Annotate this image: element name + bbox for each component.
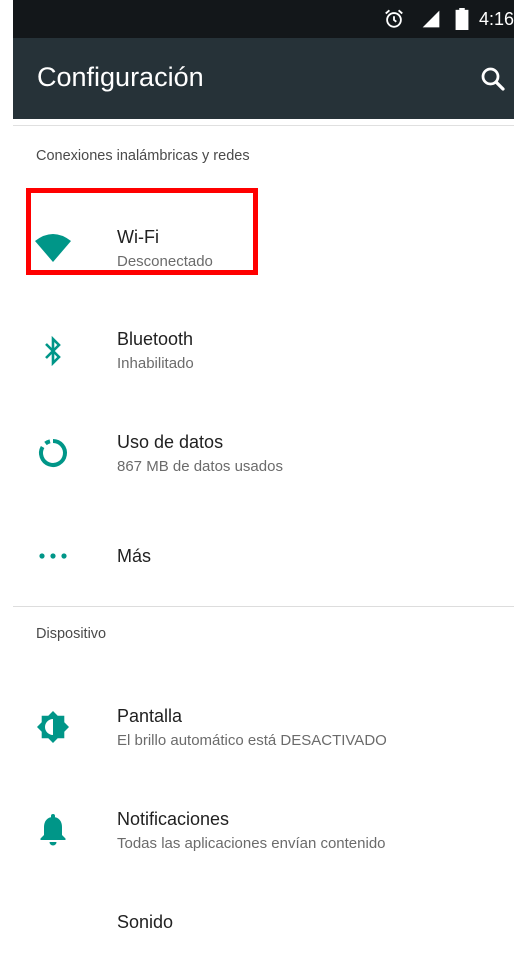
setting-item-more[interactable]: Más bbox=[13, 522, 514, 592]
setting-summary: Inhabilitado bbox=[117, 355, 194, 372]
setting-summary: El brillo automático está DESACTIVADO bbox=[117, 732, 387, 749]
setting-item-notifications[interactable]: Notificaciones Todas las aplicaciones en… bbox=[13, 797, 514, 867]
page-title: Configuración bbox=[37, 62, 204, 92]
setting-item-display[interactable]: Pantalla El brillo automático está DESAC… bbox=[13, 694, 514, 764]
status-bar: 4:16 bbox=[13, 0, 514, 38]
setting-title: Más bbox=[117, 546, 152, 566]
section-header-wireless: Conexiones inalámbricas y redes bbox=[36, 148, 250, 164]
app-bar: Configuración bbox=[13, 38, 514, 119]
alarm-icon bbox=[383, 8, 405, 30]
setting-title: Notificaciones bbox=[117, 809, 230, 829]
setting-item-bluetooth[interactable]: Bluetooth Inhabilitado bbox=[13, 317, 514, 387]
setting-title: Pantalla bbox=[117, 706, 183, 726]
setting-item-wifi[interactable]: Wi-Fi Desconectado bbox=[13, 215, 514, 285]
setting-summary: Todas las aplicaciones envían contenido bbox=[117, 835, 386, 852]
more-dots-icon bbox=[33, 536, 73, 576]
setting-title: Bluetooth bbox=[117, 329, 194, 349]
divider bbox=[13, 606, 514, 607]
setting-summary: 867 MB de datos usados bbox=[117, 458, 283, 475]
bell-icon bbox=[33, 810, 73, 850]
signal-icon bbox=[421, 9, 441, 29]
search-icon bbox=[481, 67, 505, 91]
data-usage-icon bbox=[33, 433, 73, 473]
setting-title: Sonido bbox=[117, 912, 174, 932]
search-button[interactable] bbox=[478, 64, 508, 94]
setting-item-sound[interactable]: Sonido bbox=[13, 900, 514, 970]
setting-summary: Desconectado bbox=[117, 253, 213, 270]
bluetooth-icon bbox=[33, 331, 73, 371]
setting-item-data-usage[interactable]: Uso de datos 867 MB de datos usados bbox=[13, 420, 514, 490]
status-time: 4:16 bbox=[478, 8, 514, 29]
setting-title: Uso de datos bbox=[117, 432, 224, 452]
section-header-device: Dispositivo bbox=[36, 626, 107, 642]
battery-icon bbox=[455, 8, 469, 30]
setting-title: Wi-Fi bbox=[117, 227, 159, 247]
brightness-icon bbox=[33, 707, 73, 747]
wifi-icon bbox=[33, 228, 73, 268]
divider bbox=[13, 125, 514, 126]
status-icons: 4:16 bbox=[383, 0, 514, 38]
